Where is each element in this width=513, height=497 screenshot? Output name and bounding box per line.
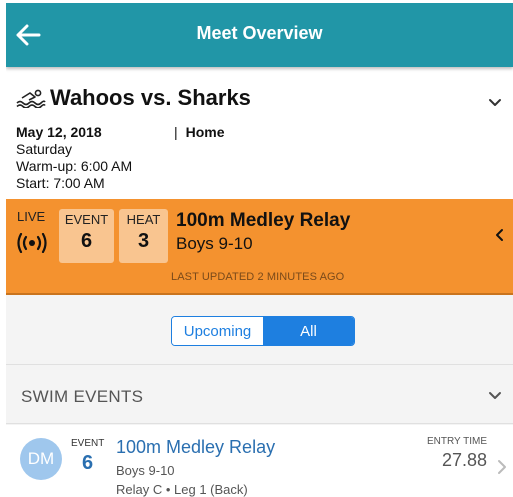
meet-warmup: Warm-up: 6:00 AM <box>16 158 133 174</box>
toggle-all[interactable]: All <box>263 317 354 345</box>
live-event-bar[interactable]: LIVE EVENT 6 HEAT 3 100m Medley Relay Bo… <box>6 199 513 295</box>
toggle-upcoming[interactable]: Upcoming <box>172 317 263 345</box>
swimmer-icon <box>16 89 46 108</box>
meet-location: | Home <box>174 124 225 140</box>
chevron-down-icon <box>489 392 501 399</box>
event-filter-toggle: Upcoming All <box>171 316 355 346</box>
avatar: DM <box>20 438 62 480</box>
broadcast-icon <box>17 233 47 253</box>
meet-start: Start: 7:00 AM <box>16 175 105 191</box>
live-label: LIVE <box>17 209 46 224</box>
location-separator: | <box>174 124 178 140</box>
live-heat-number-box: HEAT 3 <box>119 209 168 263</box>
live-event-name: 100m Medley Relay <box>176 210 351 231</box>
entry-time-label: ENTRY TIME <box>426 436 487 447</box>
meet-name: Wahoos vs. Sharks <box>50 85 251 110</box>
entry-time-value: 27.88 <box>441 450 487 470</box>
filter-area: Upcoming All <box>6 297 513 363</box>
event-number: 6 <box>82 452 94 474</box>
meet-title-row: Wahoos vs. Sharks <box>16 85 251 111</box>
app-screen: Meet Overview Wahoos vs. Sharks May 12, … <box>6 3 513 497</box>
live-heat-number: 3 <box>137 230 150 252</box>
swim-events-section-header[interactable]: SWIM EVENTS <box>6 364 513 424</box>
meet-day: Saturday <box>16 141 73 157</box>
event-label: EVENT <box>71 438 105 449</box>
live-last-updated: LAST UPDATED 2 MINUTES AGO <box>171 271 345 283</box>
meet-card: Wahoos vs. Sharks May 12, 2018 Saturday … <box>6 67 513 199</box>
app-header: Meet Overview <box>6 3 513 67</box>
event-name: 100m Medley Relay <box>116 437 276 457</box>
location-label: Home <box>185 124 225 140</box>
live-event-label: EVENT <box>64 212 109 227</box>
event-relay-leg: Relay C • Leg 1 (Back) <box>116 482 248 497</box>
event-group: Boys 9-10 <box>116 463 175 478</box>
live-event-number: 6 <box>80 230 93 252</box>
page-title: Meet Overview <box>196 23 323 43</box>
chevron-left-icon[interactable] <box>493 227 505 243</box>
live-heat-label: HEAT <box>126 212 161 227</box>
live-event-group: Boys 9-10 <box>176 234 253 253</box>
meet-info: May 12, 2018 Saturday Warm-up: 6:00 AM S… <box>16 124 132 192</box>
chevron-right-icon <box>498 460 506 474</box>
chevron-down-icon[interactable] <box>487 95 503 111</box>
section-title: SWIM EVENTS <box>21 387 144 406</box>
event-list-item[interactable]: DM EVENT 6 100m Medley Relay Boys 9-10 R… <box>6 425 513 497</box>
live-event-number-box: EVENT 6 <box>59 209 114 263</box>
meet-date: May 12, 2018 <box>16 124 102 140</box>
